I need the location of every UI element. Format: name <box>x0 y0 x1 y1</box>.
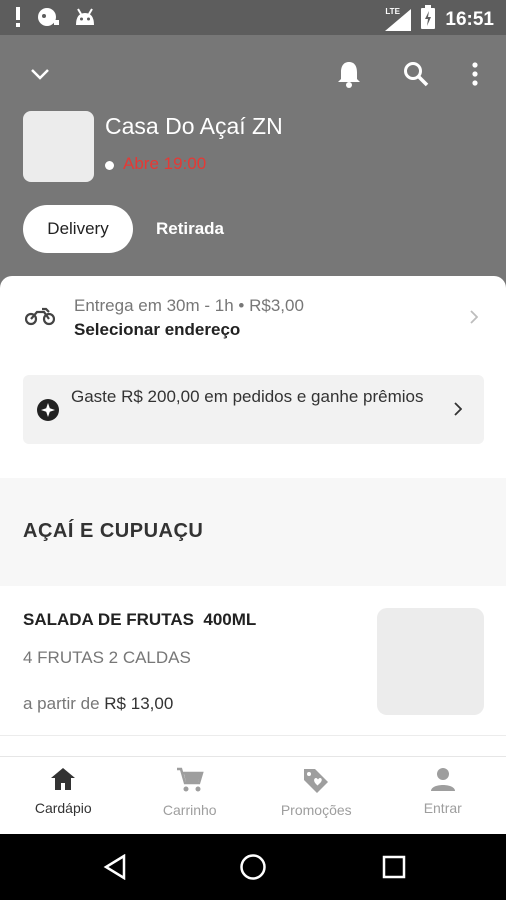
opening-time: Abre 19:00 <box>123 154 207 173</box>
product-card[interactable]: SALADA DE FRUTAS 400ML 4 FRUTAS 2 CALDAS… <box>0 586 506 736</box>
product-description: 4 FRUTAS 2 CALDAS <box>23 648 191 667</box>
product-image <box>377 608 484 715</box>
delivery-address-row[interactable]: Entrega em 30m - 1h • R$3,00 Selecionar … <box>0 276 506 358</box>
nav-item-entrar[interactable]: Entrar <box>380 757 506 834</box>
nav-label-cardapio: Cardápio <box>34 800 92 816</box>
home-circle-icon[interactable] <box>238 852 268 882</box>
cart-icon <box>176 767 204 798</box>
home-icon <box>50 767 76 796</box>
more-vert-icon[interactable] <box>458 57 492 91</box>
product-name: SALADA DE FRUTAS 400ML <box>23 610 257 629</box>
delivery-info: Entrega em 30m - 1h • R$3,00 <box>74 296 304 315</box>
nav-item-carrinho[interactable]: Carrinho <box>127 757 254 834</box>
nav-item-promocoes[interactable]: Promoções <box>253 757 380 834</box>
network-label: LTE <box>385 6 400 16</box>
rewards-promo-card[interactable]: Gaste R$ 200,00 em pedidos e ganhe prêmi… <box>23 375 484 444</box>
nav-label-promocoes: Promoções <box>280 802 352 818</box>
nav-label-carrinho: Carrinho <box>162 802 217 818</box>
content-sheet: Entrega em 30m - 1h • R$3,00 Selecionar … <box>0 276 506 756</box>
section-header: AÇAÍ E CUPUAÇU <box>0 478 506 586</box>
bottom-nav: Cardápio Carrinho Promoções Entrar <box>0 756 506 834</box>
price-prefix: a partir de <box>23 694 100 713</box>
status-bar: LTE 16:51 <box>0 0 506 35</box>
chevron-down-icon[interactable] <box>23 57 57 91</box>
product-price: R$ 13,00 <box>104 694 174 713</box>
select-address-label: Selecionar endereço <box>74 320 241 339</box>
section-title: AÇAÍ E CUPUAÇU <box>23 520 204 542</box>
nav-label-entrar: Entrar <box>423 800 462 816</box>
android-icon <box>74 7 96 32</box>
person-icon <box>430 767 455 796</box>
star-badge-icon <box>37 399 59 426</box>
promo-text: Gaste R$ 200,00 em pedidos e ganhe prêmi… <box>71 387 424 406</box>
chevron-right-icon <box>454 402 463 421</box>
alert-icon <box>14 7 22 32</box>
search-icon[interactable] <box>399 57 433 91</box>
tab-retirada[interactable]: Retirada <box>140 205 240 253</box>
tab-delivery[interactable]: Delivery <box>23 205 133 253</box>
system-nav-bar <box>0 834 506 900</box>
bell-icon[interactable] <box>332 57 366 91</box>
status-dot-icon <box>105 161 114 170</box>
motorcycle-icon <box>24 306 56 331</box>
status-time: 16:51 <box>445 8 494 30</box>
battery-icon <box>421 5 436 34</box>
store-logo <box>23 111 94 182</box>
store-header: Casa Do Açaí ZN Abre 19:00 Delivery Reti… <box>0 35 506 295</box>
store-name: Casa Do Açaí ZN <box>105 113 283 139</box>
tag-icon <box>302 767 330 798</box>
signal-icon: LTE <box>385 6 412 31</box>
product-price-row: a partir de R$ 13,00 <box>23 694 173 714</box>
notification-icon <box>36 6 60 33</box>
chevron-right-icon <box>470 310 479 329</box>
back-icon[interactable] <box>100 852 130 882</box>
recents-icon[interactable] <box>379 852 409 882</box>
nav-item-cardapio[interactable]: Cardápio <box>0 757 127 834</box>
